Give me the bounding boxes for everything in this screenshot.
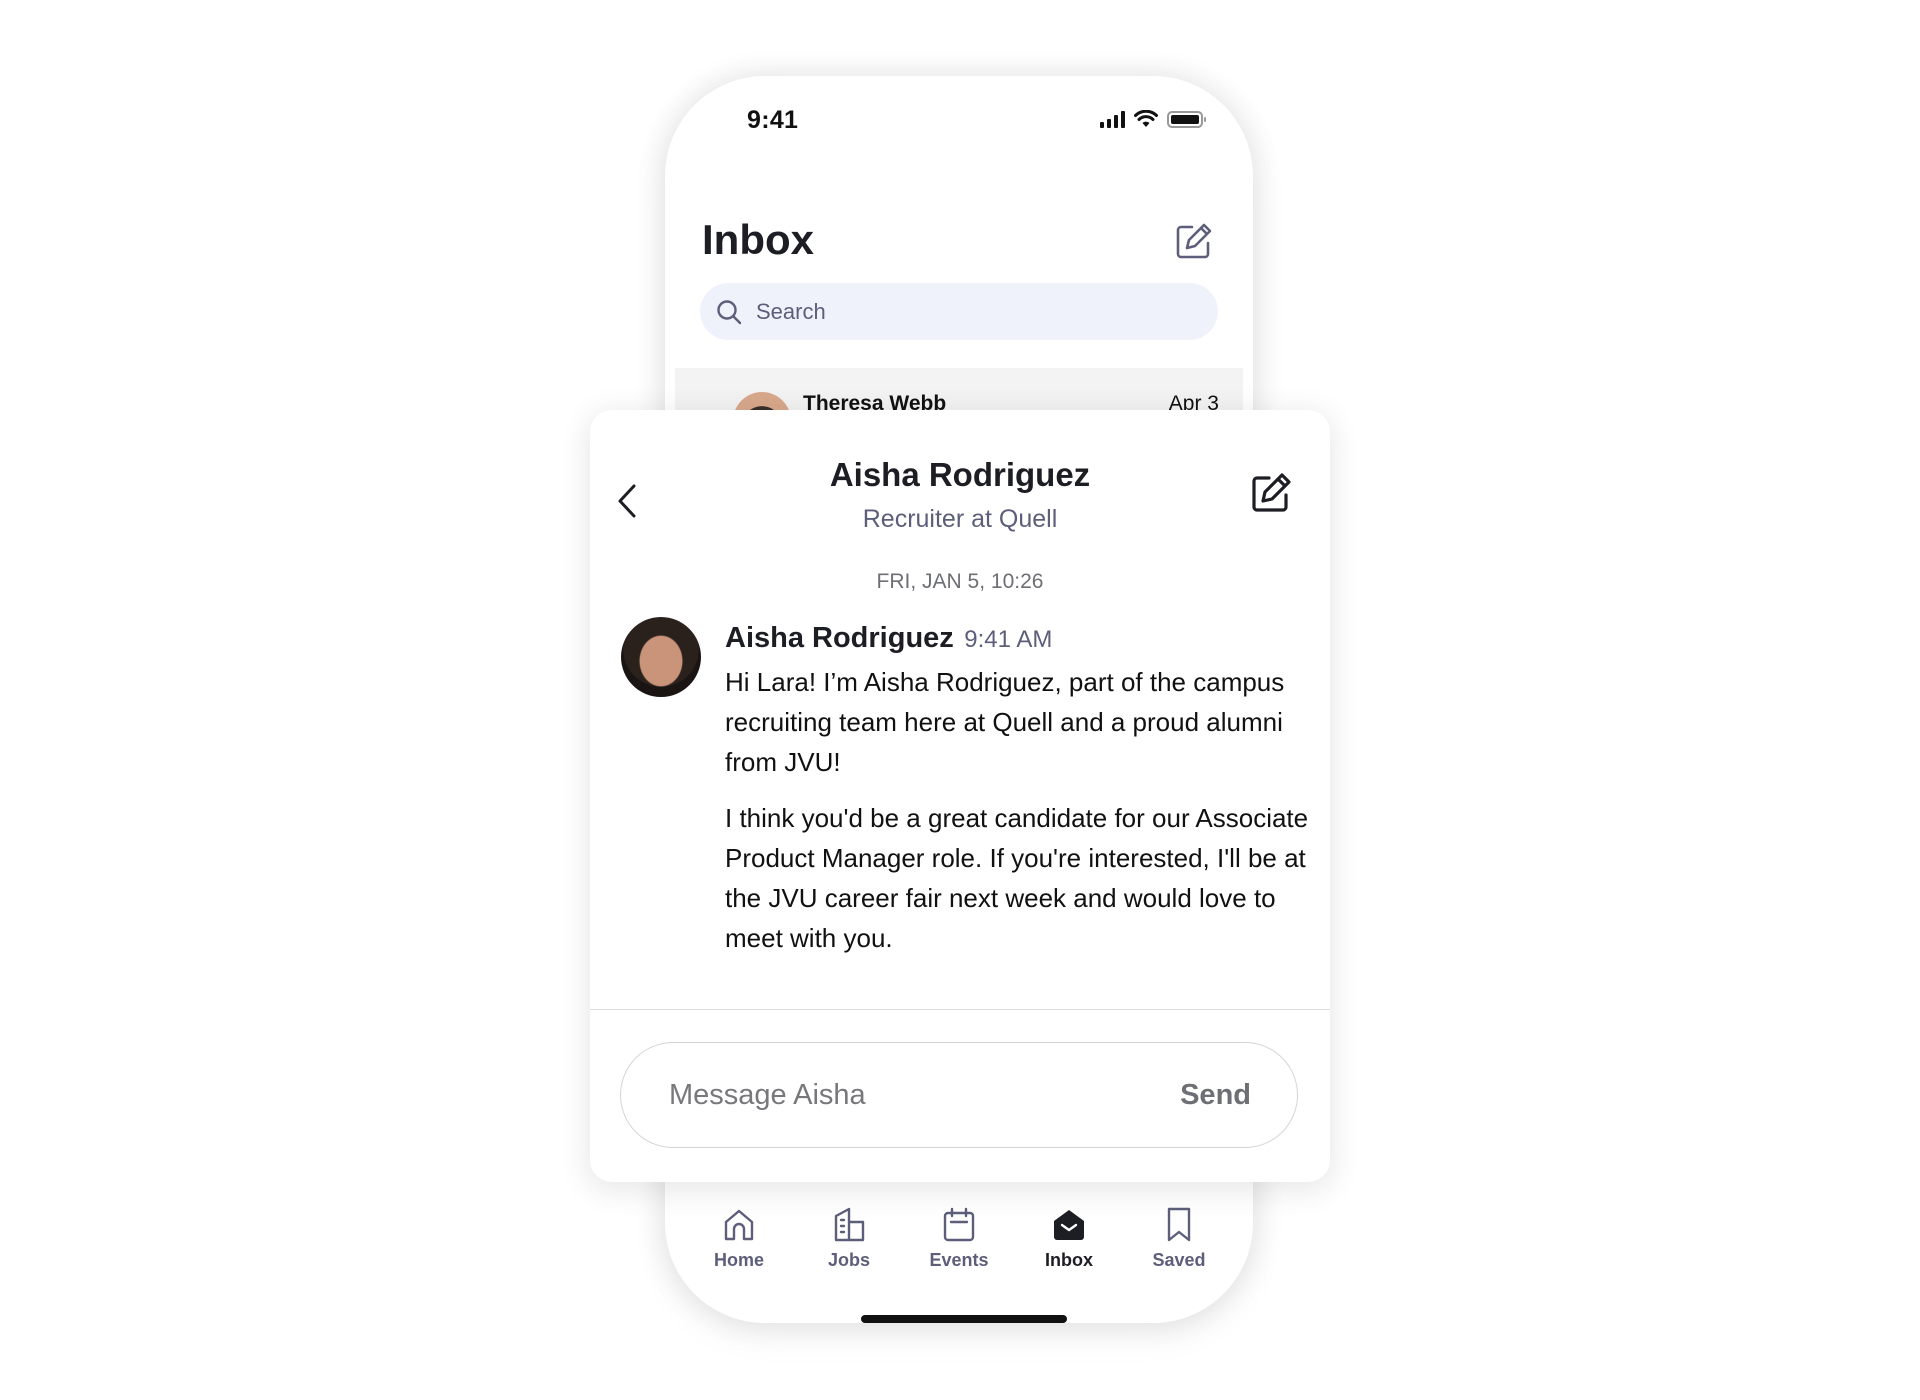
- date-separator: FRI, JAN 5, 10:26: [876, 570, 1044, 593]
- contact-name: Aisha Rodriguez: [829, 456, 1091, 493]
- avatar: [621, 617, 701, 697]
- search-bar[interactable]: [700, 283, 1218, 340]
- message-paragraph: Hi Lara! I’m Aisha Rodriguez, part of th…: [725, 667, 1285, 777]
- building-icon: [834, 1207, 865, 1242]
- send-button[interactable]: Send: [1180, 1079, 1251, 1112]
- message-sender: Aisha Rodriguez: [725, 622, 954, 654]
- status-icons: [1100, 110, 1206, 128]
- bookmark-icon: [1167, 1207, 1191, 1242]
- tab-home[interactable]: Home: [684, 1206, 794, 1271]
- home-icon: [724, 1209, 754, 1241]
- divider: [590, 1009, 1330, 1010]
- message-body: Hi Lara! I’m Aisha Rodriguez, part of th…: [725, 662, 1315, 974]
- calendar-icon: [943, 1207, 975, 1242]
- tab-jobs[interactable]: Jobs: [794, 1206, 904, 1271]
- compose-icon[interactable]: [1250, 472, 1292, 514]
- message-paragraph: I think you'd be a great candidate for o…: [725, 803, 1309, 953]
- envelope-open-icon: [1054, 1210, 1084, 1240]
- message-header: Aisha Rodriguez 9:41 AM: [725, 622, 1052, 655]
- contact-subtitle: Recruiter at Quell: [862, 505, 1058, 533]
- battery-icon: [1167, 110, 1206, 128]
- tab-label: Jobs: [827, 1250, 870, 1270]
- compose-icon[interactable]: [1175, 222, 1213, 260]
- conversation-card: Aisha Rodriguez Recruiter at Quell FRI, …: [590, 410, 1330, 1182]
- tab-label: Inbox: [1045, 1250, 1093, 1270]
- tab-events[interactable]: Events: [904, 1206, 1014, 1271]
- home-indicator: [861, 1315, 1067, 1323]
- search-input[interactable]: [756, 298, 1156, 325]
- tab-inbox[interactable]: Inbox: [1014, 1206, 1124, 1271]
- tab-bar: Home Jobs Events Inbox Saved: [665, 1206, 1253, 1271]
- tab-label: Saved: [1152, 1250, 1206, 1270]
- tab-label: Home: [713, 1250, 764, 1270]
- message-time: 9:41 AM: [964, 626, 1053, 653]
- search-icon: [717, 299, 742, 324]
- message-composer: Send: [620, 1042, 1298, 1148]
- wifi-icon: [1134, 110, 1158, 127]
- message-input[interactable]: [669, 1078, 1181, 1112]
- signal-icon: [1100, 110, 1125, 128]
- tab-label: Events: [929, 1250, 989, 1270]
- status-time: 9:41: [747, 106, 799, 134]
- inbox-title: Inbox: [702, 216, 814, 263]
- tab-saved[interactable]: Saved: [1124, 1206, 1234, 1271]
